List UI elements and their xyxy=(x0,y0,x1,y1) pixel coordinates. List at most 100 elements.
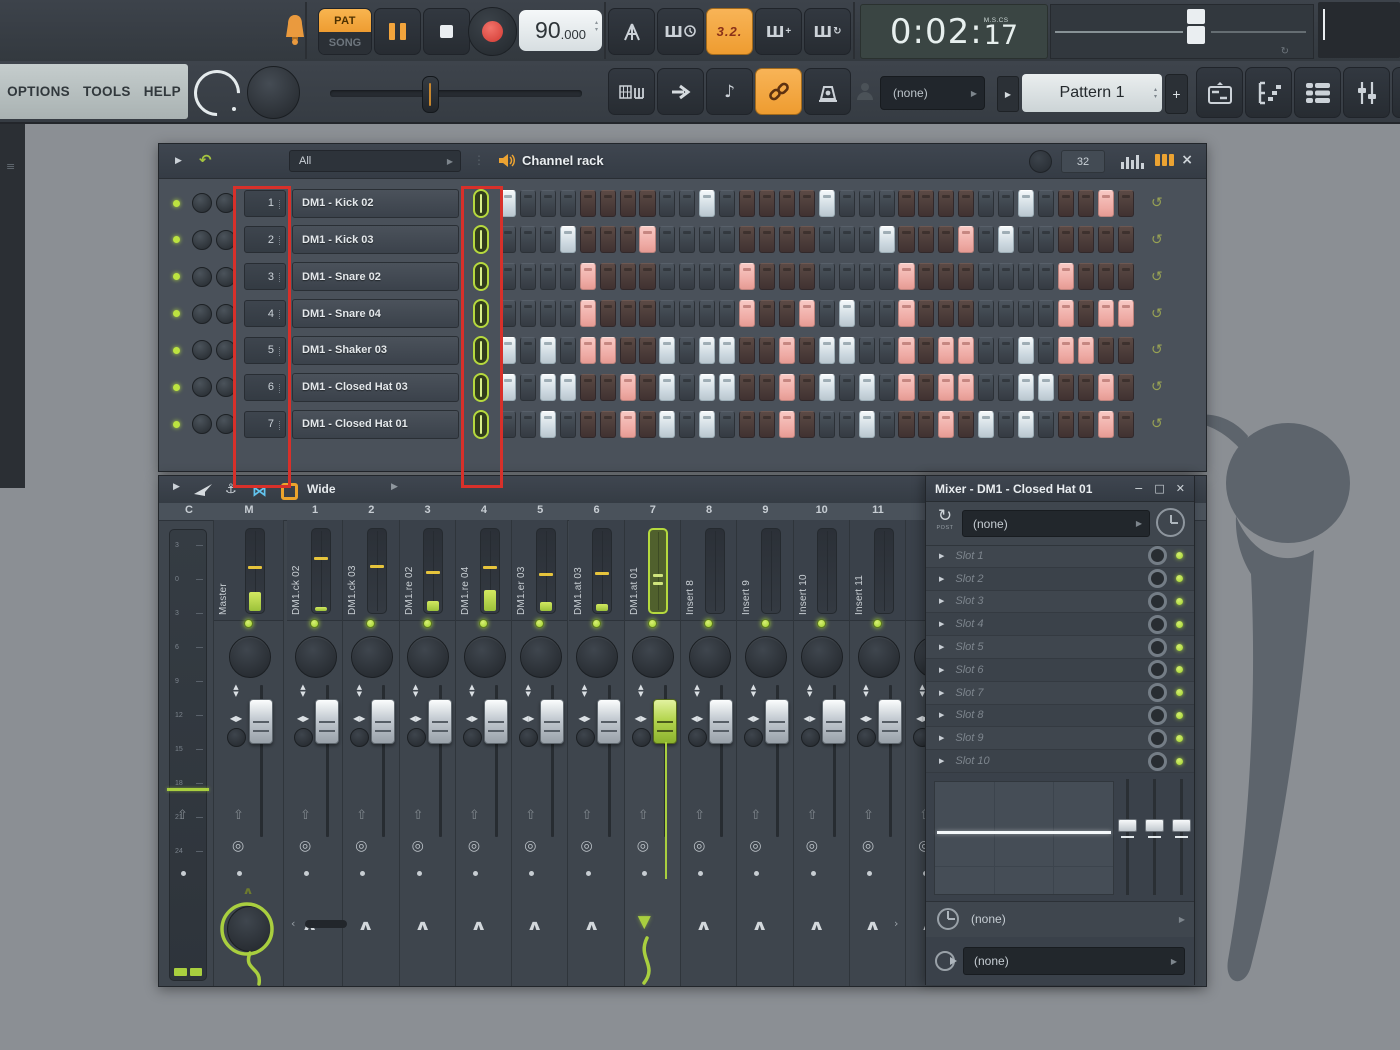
channel-reset-icon[interactable]: ↺ xyxy=(1151,232,1163,248)
slot-arrow-icon[interactable]: ▶ xyxy=(939,552,944,560)
step-4-14[interactable] xyxy=(759,300,775,327)
step-4-6[interactable] xyxy=(600,300,616,327)
step-7-17[interactable] xyxy=(819,411,835,438)
stereo-sep-arrows[interactable]: ▲▼ xyxy=(634,684,648,698)
record-target-icon[interactable]: ◎ xyxy=(468,838,480,854)
step-3-10[interactable] xyxy=(679,263,695,290)
step-5-8[interactable] xyxy=(639,337,655,364)
step-3-8[interactable] xyxy=(639,263,655,290)
eq-band-fader[interactable] xyxy=(1145,819,1164,832)
mute-led[interactable] xyxy=(761,619,770,628)
channel-pan-knob[interactable] xyxy=(192,377,212,397)
step-1-10[interactable] xyxy=(679,190,695,217)
link-mini-knob[interactable] xyxy=(227,728,246,747)
channel-rack-view-button[interactable] xyxy=(1294,67,1341,118)
step-4-22[interactable] xyxy=(918,300,934,327)
minimize-icon[interactable]: − xyxy=(1134,482,1143,495)
step-4-2[interactable] xyxy=(520,300,536,327)
stereo-sep-arrows[interactable]: ▲▼ xyxy=(465,684,479,698)
stereo-sep-arrows[interactable]: ▲▼ xyxy=(229,684,243,698)
step-5-17[interactable] xyxy=(819,337,835,364)
channel-enable-led[interactable] xyxy=(173,421,180,428)
step-1-30[interactable] xyxy=(1078,190,1094,217)
step-5-3[interactable] xyxy=(540,337,556,364)
effect-slot-1[interactable]: ▶Slot 1 xyxy=(926,545,1194,568)
step-6-20[interactable] xyxy=(879,374,895,401)
record-target-icon[interactable]: ◎ xyxy=(749,838,761,854)
step-1-29[interactable] xyxy=(1058,190,1074,217)
step-7-3[interactable] xyxy=(540,411,556,438)
pan-knob[interactable] xyxy=(801,636,843,678)
swing-knob[interactable] xyxy=(1029,150,1052,173)
step-3-13[interactable] xyxy=(739,263,755,290)
step-6-15[interactable] xyxy=(779,374,795,401)
link-mini-knob[interactable] xyxy=(463,728,482,747)
mute-led[interactable] xyxy=(592,619,601,628)
step-2-31[interactable] xyxy=(1098,226,1114,253)
step-6-26[interactable] xyxy=(998,374,1014,401)
step-2-28[interactable] xyxy=(1038,226,1054,253)
step-7-14[interactable] xyxy=(759,411,775,438)
step-3-2[interactable] xyxy=(520,263,536,290)
volume-fader[interactable] xyxy=(484,699,508,744)
step-6-8[interactable] xyxy=(639,374,655,401)
pan-arrows[interactable]: ◀▶ xyxy=(347,708,371,726)
stereo-sep-arrows[interactable]: ▲▼ xyxy=(296,684,310,698)
record-target-icon[interactable]: ◎ xyxy=(524,838,536,854)
link-mini-knob[interactable] xyxy=(688,728,707,747)
close-icon[interactable]: × xyxy=(1181,152,1193,168)
slot-mix-knob[interactable] xyxy=(1148,592,1167,611)
plugin-chevron-icon[interactable]: ∧ xyxy=(357,918,374,934)
audio-input-dropdown[interactable]: (none) ▶ xyxy=(880,76,985,110)
slot-arrow-icon[interactable]: ▶ xyxy=(939,643,944,651)
step-2-30[interactable] xyxy=(1078,226,1094,253)
step-7-6[interactable] xyxy=(600,411,616,438)
step-1-12[interactable] xyxy=(719,190,735,217)
step-5-13[interactable] xyxy=(739,337,755,364)
plugin-chevron-icon[interactable]: ∧ xyxy=(526,918,543,934)
mixer-scrollbar[interactable] xyxy=(305,920,347,928)
step-5-15[interactable] xyxy=(779,337,795,364)
channel-enable-led[interactable] xyxy=(173,273,180,280)
step-1-26[interactable] xyxy=(998,190,1014,217)
typing-keyboard-button[interactable] xyxy=(608,68,655,115)
channel-pan-knob[interactable] xyxy=(192,304,212,324)
plugin-down-arrow[interactable]: ▼ xyxy=(638,912,651,932)
pan-arrows[interactable]: ◀▶ xyxy=(629,708,653,726)
slot-enable-led[interactable] xyxy=(1176,598,1183,605)
record-button[interactable] xyxy=(468,7,517,56)
slot-mix-knob[interactable] xyxy=(1148,660,1167,679)
step-7-10[interactable] xyxy=(679,411,695,438)
step-1-17[interactable] xyxy=(819,190,835,217)
step-5-9[interactable] xyxy=(659,337,675,364)
grip-icon[interactable]: ≡ xyxy=(6,160,15,173)
step-7-31[interactable] xyxy=(1098,411,1114,438)
channel-button[interactable]: DM1 - Kick 03 xyxy=(292,225,459,254)
step-7-9[interactable] xyxy=(659,411,675,438)
stereo-sep-arrows[interactable]: ▲▼ xyxy=(859,684,873,698)
step-6-6[interactable] xyxy=(600,374,616,401)
pan-knob[interactable] xyxy=(632,636,674,678)
mixer-strip-10[interactable]: Insert 10▲▼◀▶⇧◎∧ xyxy=(794,520,850,986)
mute-led[interactable] xyxy=(873,619,882,628)
keyboard-editor-icon[interactable] xyxy=(1155,154,1174,166)
step-2-12[interactable] xyxy=(719,226,735,253)
step-2-17[interactable] xyxy=(819,226,835,253)
record-target-icon[interactable]: ◎ xyxy=(637,838,649,854)
channel-pan-knob[interactable] xyxy=(192,414,212,434)
slot-enable-led[interactable] xyxy=(1176,689,1183,696)
step-4-12[interactable] xyxy=(719,300,735,327)
volume-fader[interactable] xyxy=(371,699,395,744)
step-4-31[interactable] xyxy=(1098,300,1114,327)
pan-arrows[interactable]: ◀▶ xyxy=(404,708,428,726)
mixer-strip-8[interactable]: Insert 8▲▼◀▶⇧◎∧ xyxy=(681,520,737,986)
menu-options[interactable]: OPTIONS xyxy=(7,84,70,99)
slot-mix-knob[interactable] xyxy=(1148,569,1167,588)
record-target-icon[interactable]: ◎ xyxy=(355,838,367,854)
step-1-21[interactable] xyxy=(898,190,914,217)
step-3-21[interactable] xyxy=(898,263,914,290)
mute-led[interactable] xyxy=(244,619,253,628)
volume-fader[interactable] xyxy=(653,699,677,744)
step-7-28[interactable] xyxy=(1038,411,1054,438)
step-7-21[interactable] xyxy=(898,411,914,438)
